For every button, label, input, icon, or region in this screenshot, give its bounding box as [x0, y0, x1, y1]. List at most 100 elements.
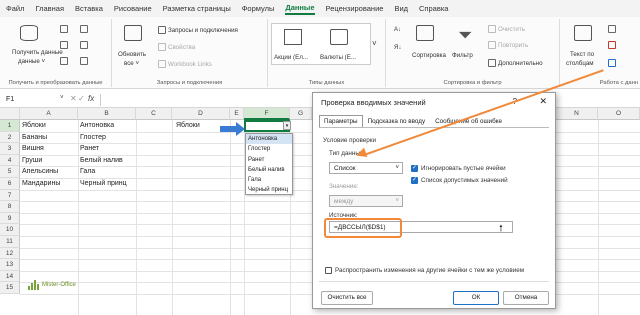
properties-button[interactable]: Свойства [158, 43, 195, 51]
queries-connections-button[interactable]: Запросы и подключения [158, 26, 238, 34]
refresh-all-button[interactable]: Обновить [118, 51, 146, 58]
col-header-a[interactable]: A [20, 108, 78, 120]
row-header[interactable]: 4 [0, 154, 20, 167]
text-to-columns-button[interactable]: Текст по [570, 51, 594, 58]
cell-b4[interactable]: Белый налив [78, 155, 123, 167]
menu-insert[interactable]: Вставка [75, 4, 103, 13]
cell-b6[interactable]: Черный принц [78, 178, 127, 190]
from-table-icon[interactable] [60, 57, 68, 65]
currencies-button[interactable]: Валюты (Е... [320, 54, 356, 61]
type-select[interactable]: Список ˅ [329, 162, 403, 174]
group-label-types: Типы данных [308, 80, 345, 86]
recent-sources-icon[interactable] [80, 25, 88, 33]
col-header-g[interactable]: G [290, 108, 312, 120]
row-header[interactable]: 3 [0, 143, 20, 155]
from-picture-icon[interactable] [80, 57, 88, 65]
workbook-links-button[interactable]: Workbook Links [158, 60, 212, 68]
col-header-n[interactable]: N [556, 108, 598, 120]
menu-formulas[interactable]: Формулы [242, 4, 275, 13]
insert-function-icon[interactable]: fx [88, 94, 94, 103]
menu-data[interactable]: Данные [285, 3, 315, 15]
cell-a2[interactable]: Бананы [20, 132, 47, 144]
cell-b1[interactable]: Антоновка [78, 120, 114, 132]
row-header[interactable]: 12 [0, 247, 20, 260]
namebox-dropdown-icon[interactable]: ˅ [60, 95, 64, 101]
data-validation-icon[interactable] [608, 59, 616, 67]
get-data-button[interactable]: Получить данные [12, 49, 63, 56]
col-header-f[interactable]: F [244, 108, 290, 120]
cell-a4[interactable]: Груши [20, 155, 42, 167]
clear-all-button[interactable]: Очистить все [321, 291, 373, 305]
col-header-o[interactable]: O [598, 108, 640, 120]
cell-b5[interactable]: Гала [78, 166, 95, 178]
flash-fill-icon[interactable] [608, 25, 616, 33]
list-item[interactable]: Глостер [246, 144, 292, 154]
cancel-button[interactable]: Отмена [503, 291, 549, 305]
advanced-button[interactable]: Дополнительно [488, 59, 543, 67]
from-text-icon[interactable] [60, 25, 68, 33]
sort-za-icon[interactable]: Я↓ [394, 45, 401, 51]
range-select-icon[interactable]: 🠕 [499, 221, 503, 237]
validation-dropdown-list[interactable]: Антоновка Глостер Ранет Белый налив Гала… [245, 133, 293, 195]
sort-az-icon[interactable]: A↓ [394, 27, 401, 33]
list-item[interactable]: Антоновка [246, 134, 292, 145]
dropdown-arrow-icon[interactable]: ▾ [283, 121, 291, 130]
menu-help[interactable]: Справка [419, 4, 448, 13]
apply-all-checkbox[interactable] [325, 267, 332, 274]
menu-file[interactable]: Файл [6, 4, 24, 13]
list-item[interactable]: Ранет [246, 155, 292, 165]
row-header[interactable]: 5 [0, 166, 20, 178]
col-header-e[interactable]: E [230, 108, 244, 120]
cancel-formula-icon[interactable]: ✕ [70, 94, 77, 103]
row-header[interactable]: 11 [0, 236, 20, 248]
row-header[interactable]: 1 [0, 120, 20, 132]
row-header[interactable]: 9 [0, 212, 20, 225]
list-item[interactable]: Белый налив [246, 165, 292, 175]
col-header-d[interactable]: D [172, 108, 230, 120]
existing-connections-icon[interactable] [80, 41, 88, 49]
gallery-expand-icon[interactable]: ˅ [372, 39, 377, 48]
col-header-c[interactable]: C [136, 108, 172, 120]
row-header[interactable]: 15 [0, 282, 20, 294]
list-item[interactable]: Черный принц [246, 185, 292, 195]
list-item[interactable]: Гала [246, 175, 292, 185]
menu-draw[interactable]: Рисование [114, 4, 152, 13]
col-header-b[interactable]: B [78, 108, 136, 120]
menu-home[interactable]: Главная [35, 4, 64, 13]
cell-a3[interactable]: Вишня [20, 143, 44, 155]
cell-b3[interactable]: Ранет [78, 143, 99, 155]
filter-button[interactable]: Фильтр [452, 52, 473, 59]
cell-a6[interactable]: Мандарины [20, 178, 60, 190]
row-header[interactable]: 2 [0, 131, 20, 144]
from-web-icon[interactable] [60, 41, 68, 49]
row-header[interactable]: 13 [0, 259, 20, 271]
formula-input[interactable] [100, 94, 310, 106]
close-icon[interactable]: ✕ [539, 96, 547, 107]
name-box[interactable]: F1 [4, 94, 66, 106]
in-cell-dropdown-checkbox[interactable]: ✓ [411, 177, 418, 184]
cell-d1[interactable]: Яблоки [174, 120, 200, 132]
enter-formula-icon[interactable]: ✓ [78, 94, 85, 103]
reapply-button[interactable]: Повторить [488, 41, 528, 49]
ignore-blank-checkbox[interactable]: ✓ [411, 165, 418, 172]
row-header[interactable]: 10 [0, 224, 20, 236]
grid-line [172, 120, 173, 315]
clear-button[interactable]: Очистить [488, 25, 525, 33]
row-header[interactable]: 8 [0, 201, 20, 213]
cell-a1[interactable]: Яблоки [20, 120, 46, 132]
menu-view[interactable]: Вид [394, 4, 408, 13]
remove-duplicates-icon[interactable] [608, 41, 616, 49]
group-label-get: Получить и преобразовать данные [8, 80, 103, 86]
sort-button[interactable]: Сортировка [412, 52, 446, 59]
cell-a5[interactable]: Апельсины [20, 166, 58, 178]
ok-button[interactable]: ОК [453, 291, 499, 305]
cell-b2[interactable]: Глостер [78, 132, 106, 144]
row-header[interactable]: 14 [0, 270, 20, 283]
menu-page-layout[interactable]: Разметка страницы [163, 4, 231, 13]
sort-icon [416, 25, 434, 41]
menu-review[interactable]: Рецензирование [326, 4, 384, 13]
select-all-corner[interactable] [0, 108, 20, 120]
row-header[interactable]: 7 [0, 189, 20, 202]
row-header[interactable]: 6 [0, 178, 20, 190]
stocks-button[interactable]: Акции (Ел... [274, 54, 308, 61]
